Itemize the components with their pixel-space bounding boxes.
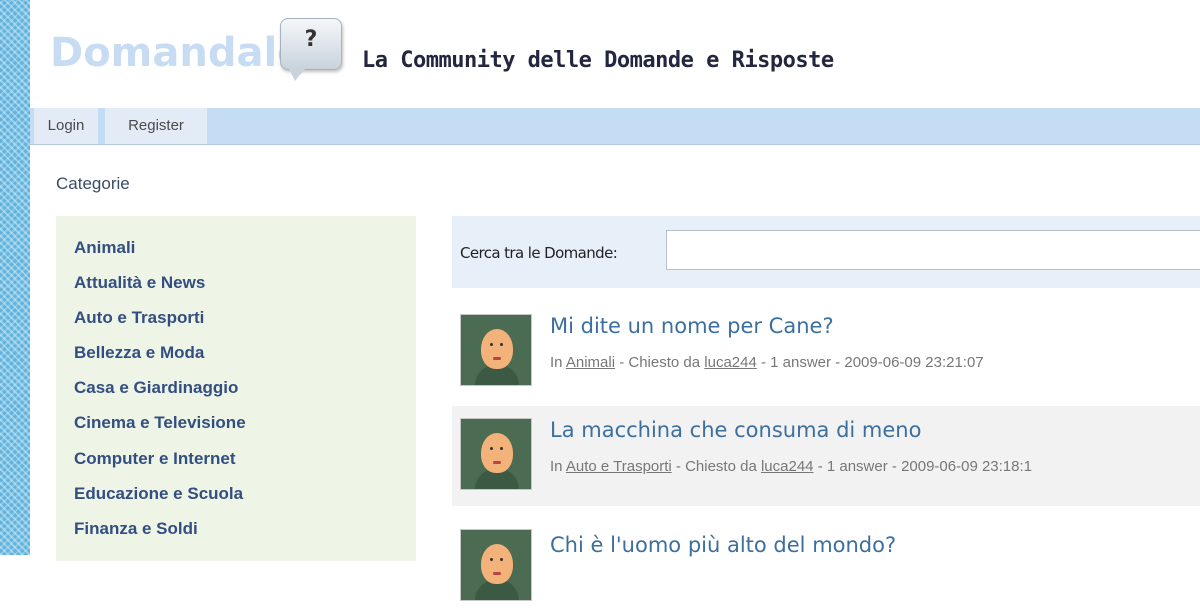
categories-heading: Categorie	[56, 174, 130, 193]
question-item: La macchina che consuma di meno In Auto …	[452, 406, 1200, 506]
question-item: Chi è l'uomo più alto del mondo?	[452, 515, 1200, 615]
top-nav-bar: Login Register	[30, 108, 1200, 145]
user-avatar[interactable]	[460, 314, 532, 386]
category-link[interactable]: Animali	[74, 238, 135, 258]
question-datetime: 2009-06-09 23:21:07	[844, 354, 984, 371]
decorative-left-border	[0, 0, 30, 555]
question-datetime: 2009-06-09 23:18:1	[901, 458, 1033, 475]
question-meta: In Animali - Chiesto da luca244 - 1 answ…	[550, 354, 984, 371]
category-link[interactable]: Educazione e Scuola	[74, 484, 243, 504]
search-input[interactable]	[666, 230, 1200, 270]
category-link[interactable]: Casa e Giardinaggio	[74, 378, 238, 398]
login-tab[interactable]: Login	[34, 108, 99, 144]
category-link[interactable]: Bellezza e Moda	[74, 343, 204, 363]
user-avatar[interactable]	[460, 529, 532, 601]
category-link[interactable]: Auto e Trasporti	[74, 308, 204, 328]
categories-sidebar: Animali Attualità e News Auto e Trasport…	[56, 216, 416, 561]
site-logo[interactable]: Domandalo	[50, 30, 305, 76]
speech-bubble-icon: ?	[280, 18, 342, 81]
category-link[interactable]: Finanza e Soldi	[74, 519, 198, 539]
search-bar: Cerca tra le Domande:	[452, 216, 1200, 288]
user-link[interactable]: luca244	[704, 354, 757, 371]
site-header: Domandalo ? La Community delle Domande e…	[30, 0, 1200, 108]
question-item: Mi dite un nome per Cane? In Animali - C…	[452, 302, 1200, 402]
category-link[interactable]: Auto e Trasporti	[566, 458, 672, 475]
site-tagline: La Community delle Domande e Risposte	[362, 48, 834, 73]
category-link[interactable]: Animali	[566, 354, 615, 371]
register-tab[interactable]: Register	[105, 108, 208, 144]
question-mark-icon: ?	[304, 27, 318, 52]
question-title-link[interactable]: Mi dite un nome per Cane?	[550, 314, 834, 338]
question-meta: In Auto e Trasporti - Chiesto da luca244…	[550, 458, 1033, 475]
user-avatar[interactable]	[460, 418, 532, 490]
user-link[interactable]: luca244	[761, 458, 814, 475]
category-link[interactable]: Computer e Internet	[74, 449, 236, 469]
question-title-link[interactable]: Chi è l'uomo più alto del mondo?	[550, 533, 896, 557]
question-title-link[interactable]: La macchina che consuma di meno	[550, 418, 921, 442]
category-link[interactable]: Cinema e Televisione	[74, 413, 246, 433]
category-link[interactable]: Attualità e News	[74, 273, 205, 293]
search-label: Cerca tra le Domande:	[460, 244, 618, 262]
